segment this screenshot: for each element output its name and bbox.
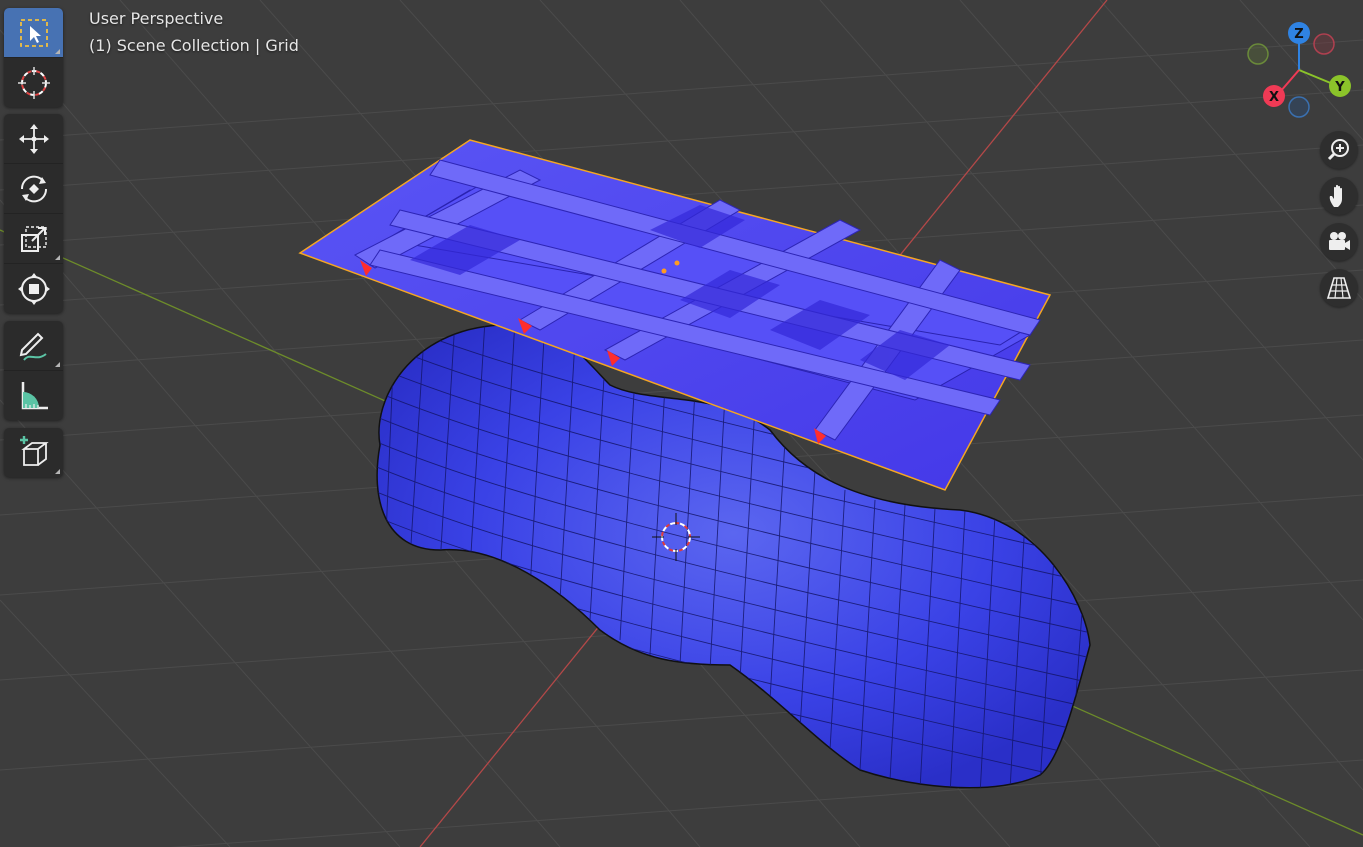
- annotate-icon: [19, 332, 47, 361]
- neg-z-axis-handle[interactable]: [1288, 96, 1310, 118]
- zoom-button[interactable]: [1320, 131, 1358, 169]
- toolbar-annotate-group: [4, 321, 63, 420]
- annotate-tool[interactable]: [4, 321, 63, 370]
- measure-icon: [21, 381, 48, 409]
- camera-view-button[interactable]: [1320, 223, 1358, 261]
- toolbar-add-group: [4, 428, 63, 477]
- 3d-viewport[interactable]: [0, 0, 1363, 847]
- scale-tool[interactable]: [4, 213, 63, 263]
- navigation-gizmo[interactable]: Z Y X: [1240, 18, 1360, 128]
- submenu-indicator: [55, 469, 60, 474]
- x-axis-handle[interactable]: X: [1263, 85, 1285, 107]
- submenu-indicator: [55, 49, 60, 54]
- toolbar-transform-group: [4, 114, 63, 313]
- z-axis-label: Z: [1294, 27, 1303, 42]
- ortho-toggle-button[interactable]: [1320, 269, 1358, 307]
- transform-icon: [17, 272, 50, 305]
- x-axis-label: X: [1269, 90, 1279, 105]
- neg-y-axis-handle[interactable]: [1247, 43, 1269, 65]
- submenu-indicator: [55, 255, 60, 260]
- viewport-title: User Perspective: [89, 9, 224, 28]
- neg-x-axis-handle[interactable]: [1313, 33, 1335, 55]
- rotate-tool[interactable]: [4, 163, 63, 213]
- cursor-icon: [17, 66, 50, 99]
- hand-icon: [1329, 184, 1342, 207]
- measure-tool[interactable]: [4, 370, 63, 420]
- pan-button[interactable]: [1320, 177, 1358, 215]
- add-cube-icon: [19, 435, 49, 466]
- scale-icon: [20, 225, 47, 252]
- zoom-icon: [1327, 139, 1349, 161]
- camera-icon: [1329, 232, 1350, 250]
- move-icon: [18, 123, 49, 154]
- select-box-icon: [19, 18, 48, 47]
- submenu-indicator: [55, 362, 60, 367]
- select-box-tool[interactable]: [4, 8, 63, 57]
- move-tool[interactable]: [4, 114, 63, 163]
- cursor-tool[interactable]: [4, 57, 63, 107]
- add-cube-tool[interactable]: [4, 428, 63, 477]
- y-axis-handle[interactable]: Y: [1329, 75, 1351, 97]
- z-axis-handle[interactable]: Z: [1288, 22, 1310, 44]
- viewport-subtitle: (1) Scene Collection | Grid: [89, 36, 299, 55]
- rotate-icon: [20, 175, 47, 202]
- transform-tool[interactable]: [4, 263, 63, 313]
- toolbar-select-group: [4, 8, 63, 107]
- grid-icon: [1326, 277, 1352, 299]
- y-axis-label: Y: [1334, 80, 1345, 95]
